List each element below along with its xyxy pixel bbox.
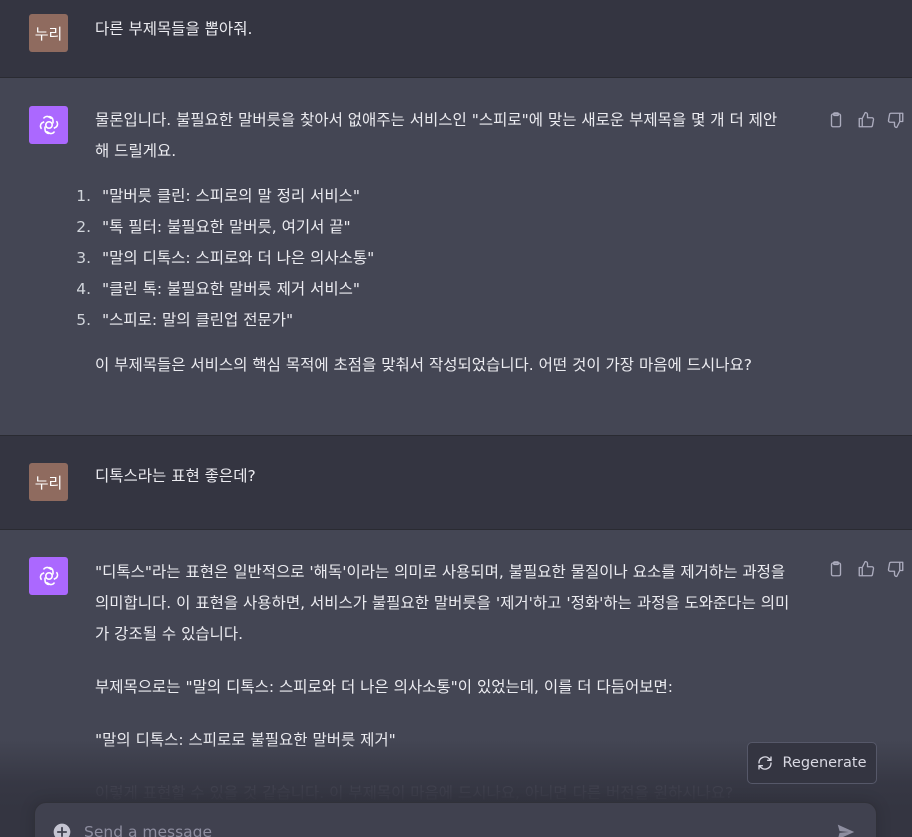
- intro-text: 물론입니다. 불필요한 말버릇을 찾아서 없애주는 서비스인 "스피로"에 맞는…: [95, 111, 778, 129]
- assistant-message-text: "디톡스"라는 표현은 일반적으로 '해독'이라는 의미로 사용되며, 불필요한…: [95, 557, 815, 809]
- intro-text-cont: 해 드릴게요.: [95, 142, 177, 160]
- thumbs-down-icon: [887, 561, 904, 578]
- send-icon[interactable]: [835, 821, 857, 837]
- thumbs-up-button[interactable]: [856, 110, 876, 130]
- list-number: 1.: [76, 187, 91, 205]
- list-item-text: "스피로: 말의 클린업 전문가": [102, 311, 294, 329]
- list-item: 1. "말버릇 클린: 스피로의 말 정리 서비스": [76, 181, 815, 212]
- paragraph-line: "디톡스"라는 표현은 일반적으로 '해독'이라는 의미로 사용되며, 불필요한…: [95, 563, 786, 581]
- user-message-text: 디톡스라는 표현 좋은데?: [95, 467, 256, 485]
- list-item-text: "톡 필터: 불필요한 말버릇, 여기서 끝": [102, 218, 351, 236]
- copy-button[interactable]: [826, 559, 846, 579]
- message-actions: [826, 110, 906, 130]
- thumbs-down-button[interactable]: [886, 110, 906, 130]
- suggested-subtitle: "말의 디톡스: 스피로로 불필요한 말버릇 제거": [95, 731, 396, 749]
- refresh-icon: [758, 756, 773, 770]
- thumbs-up-button[interactable]: [856, 559, 876, 579]
- assistant-avatar: [29, 557, 68, 595]
- user-message: 누리 디톡스라는 표현 좋은데?: [0, 436, 912, 530]
- clipboard-icon: [830, 112, 842, 128]
- user-message: 누리 다른 부제목들을 뽑아줘.: [0, 0, 912, 78]
- paragraph-line: 가 강조될 수 있습니다.: [95, 625, 244, 643]
- assistant-message: 물론입니다. 불필요한 말버릇을 찾아서 없애주는 서비스인 "스피로"에 맞는…: [0, 78, 912, 436]
- assistant-message: "디톡스"라는 표현은 일반적으로 '해독'이라는 의미로 사용되며, 불필요한…: [0, 530, 912, 837]
- outro-text: 이 부제목들은 서비스의 핵심 목적에 초점을 맞춰서 작성되었습니다. 어떤 …: [95, 356, 752, 374]
- list-item: 5. "스피로: 말의 클린업 전문가": [76, 305, 815, 336]
- paragraph: 부제목으로는 "말의 디톡스: 스피로와 더 나은 의사소통"이 있었는데, 이…: [95, 678, 674, 696]
- regenerate-label: Regenerate: [782, 755, 867, 771]
- subtitle-list: 1. "말버릇 클린: 스피로의 말 정리 서비스" 2. "톡 필터: 불필요한 …: [76, 181, 815, 336]
- message-composer: [34, 802, 877, 837]
- openai-logo-icon: [39, 566, 58, 586]
- user-message-text: 다른 부제목들을 뽑아줘.: [95, 20, 253, 38]
- list-number: 4.: [76, 280, 91, 298]
- list-item-text: "말의 디톡스: 스피로와 더 나은 의사소통": [102, 249, 375, 267]
- message-input[interactable]: [84, 817, 824, 837]
- list-number: 3.: [76, 249, 91, 267]
- list-item-text: "클린 톡: 불필요한 말버릇 제거 서비스": [102, 280, 361, 298]
- assistant-message-text: 물론입니다. 불필요한 말버릇을 찾아서 없애주는 서비스인 "스피로"에 맞는…: [76, 105, 815, 381]
- user-avatar: 누리: [29, 14, 68, 52]
- list-item: 4. "클린 톡: 불필요한 말버릇 제거 서비스": [76, 274, 815, 305]
- list-item: 3. "말의 디톡스: 스피로와 더 나은 의사소통": [76, 243, 815, 274]
- list-item-text: "말버릇 클린: 스피로의 말 정리 서비스": [102, 187, 361, 205]
- user-avatar: 누리: [29, 463, 68, 501]
- openai-logo-icon: [39, 115, 58, 135]
- assistant-avatar: [29, 106, 68, 144]
- plus-circle-icon[interactable]: [52, 822, 72, 837]
- thumbs-up-icon: [858, 560, 875, 577]
- thumbs-down-button[interactable]: [886, 559, 906, 579]
- clipboard-icon: [830, 561, 842, 577]
- thumbs-down-icon: [887, 112, 904, 129]
- message-actions: [826, 559, 906, 579]
- list-number: 2.: [76, 218, 91, 236]
- regenerate-button[interactable]: Regenerate: [747, 742, 877, 784]
- thumbs-up-icon: [858, 111, 875, 128]
- paragraph-line: 의미합니다. 이 표현을 사용하면, 서비스가 불필요한 말버릇을 '제거'하고…: [95, 594, 790, 612]
- list-item: 2. "톡 필터: 불필요한 말버릇, 여기서 끝": [76, 212, 815, 243]
- list-number: 5.: [76, 311, 91, 329]
- copy-button[interactable]: [826, 110, 846, 130]
